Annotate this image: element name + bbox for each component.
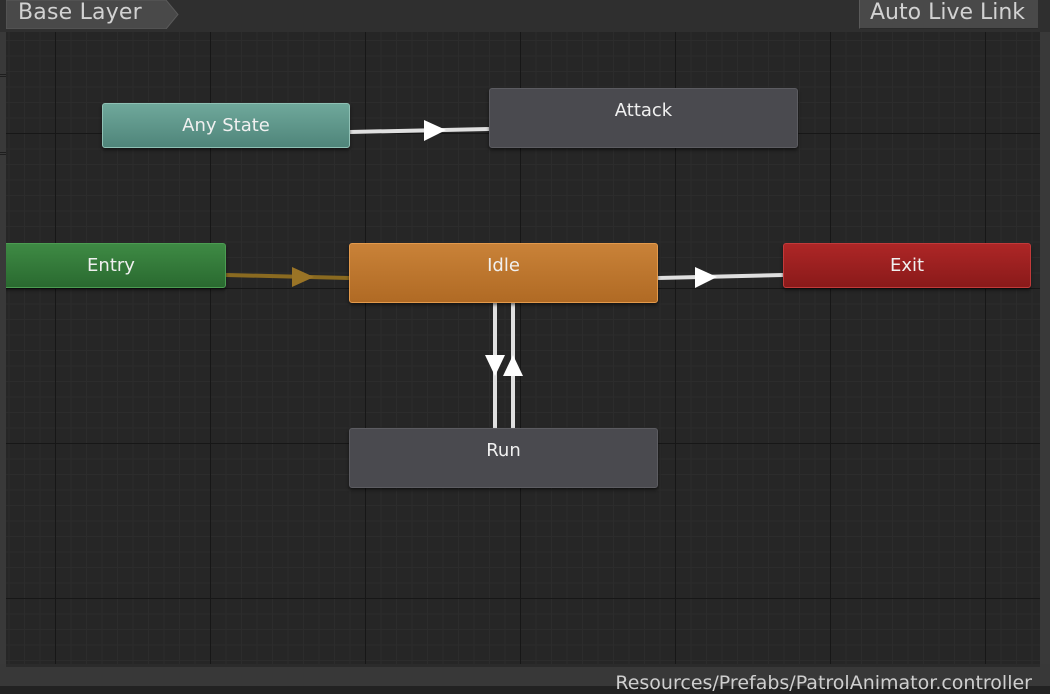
asset-path-label: Resources/Prefabs/PatrolAnimator.control… xyxy=(615,672,1032,694)
state-label-entry: Entry xyxy=(87,255,135,276)
state-attack[interactable]: Attack xyxy=(489,88,798,148)
transition-entry-to-idle[interactable] xyxy=(225,267,350,287)
state-idle[interactable]: Idle xyxy=(349,243,658,303)
transition-run-to-idle[interactable] xyxy=(503,303,523,428)
state-entry[interactable]: Entry xyxy=(6,243,226,288)
auto-live-link-label: Auto Live Link xyxy=(870,0,1026,25)
layer-name: Base Layer xyxy=(18,0,142,25)
breadcrumb-base-layer[interactable]: Base Layer xyxy=(6,0,179,29)
transition-idle-to-exit[interactable] xyxy=(657,267,784,288)
transition-idle-to-run[interactable] xyxy=(485,303,505,428)
state-label-idle: Idle xyxy=(487,255,520,276)
state-exit[interactable]: Exit xyxy=(783,243,1031,288)
state-run[interactable]: Run xyxy=(349,428,658,488)
animator-graph-canvas[interactable]: Any State Attack Entry Idle Exit Run xyxy=(6,32,1040,664)
auto-live-link-button[interactable]: Auto Live Link xyxy=(859,0,1038,29)
graph-toolbar: Base Layer Auto Live Link xyxy=(0,0,1050,32)
status-bar: Resources/Prefabs/PatrolAnimator.control… xyxy=(0,664,1050,694)
state-any-state[interactable]: Any State xyxy=(102,103,350,148)
right-panel-edge xyxy=(1040,32,1050,664)
state-label-attack: Attack xyxy=(614,100,673,121)
state-label-exit: Exit xyxy=(889,255,925,276)
status-bar-divider xyxy=(6,664,1040,667)
transition-any-state-to-attack[interactable] xyxy=(349,120,490,141)
state-label-run: Run xyxy=(486,440,521,461)
state-label-any-state: Any State xyxy=(182,115,270,136)
